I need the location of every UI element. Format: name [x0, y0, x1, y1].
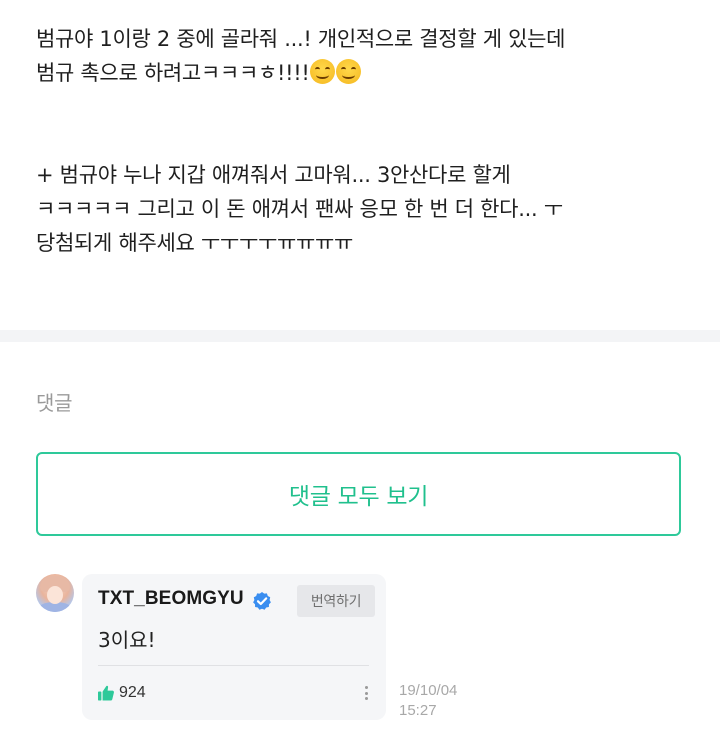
comment-divider — [98, 665, 369, 666]
post-line-2: 범규 촉으로 하려고ㅋㅋㅋㅎ!!!! — [36, 56, 696, 90]
post-body: 범규야 1이랑 2 중에 골라줘 ...! 개인적으로 결정할 게 있는데 범규… — [36, 22, 696, 260]
comment-date: 19/10/04 — [399, 682, 458, 699]
post-line-3: + 범규야 누나 지갑 애껴줘서 고마워... 3안산다로 할게 — [36, 163, 511, 187]
comment-bubble: TXT_BEOMGYU 번역하기 3이요! 924 — [82, 574, 386, 720]
avatar[interactable] — [36, 574, 74, 612]
comment-time: 15:27 — [399, 702, 437, 719]
comment-text: 3이요! — [98, 628, 156, 652]
comments-heading: 댓글 — [36, 391, 73, 415]
section-divider — [0, 330, 720, 342]
post-line-4: ㅋㅋㅋㅋㅋ 그리고 이 돈 애껴서 팬싸 응모 한 번 더 한다... ㅜ — [36, 197, 563, 221]
smiling-face-emoji-icon — [310, 59, 336, 84]
post-line-2-text: 범규 촉으로 하려고ㅋㅋㅋㅎ!!!! — [36, 61, 310, 85]
view-all-comments-button[interactable]: 댓글 모두 보기 — [36, 452, 681, 536]
thumbs-up-icon[interactable] — [97, 684, 115, 702]
more-options-icon[interactable] — [362, 684, 370, 702]
like-count: 924 — [119, 684, 146, 701]
smiling-face-emoji-icon — [336, 59, 362, 84]
verified-badge-icon — [253, 592, 271, 610]
comment-author[interactable]: TXT_BEOMGYU — [98, 588, 244, 610]
comment-timestamp: 19/10/04 15:27 — [399, 681, 457, 721]
translate-button[interactable]: 번역하기 — [297, 585, 375, 617]
post-line-5: 당첨되게 해주세요 ㅜㅜㅜㅜㅠㅠㅠㅠ — [36, 231, 354, 255]
post-line-1: 범규야 1이랑 2 중에 골라줘 ...! 개인적으로 결정할 게 있는데 — [36, 27, 566, 51]
